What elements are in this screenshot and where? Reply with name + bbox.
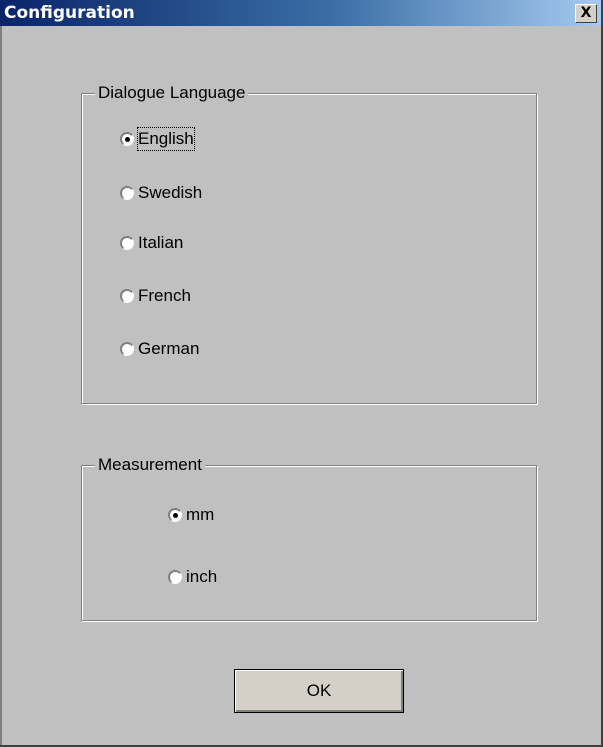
radio-button-english[interactable] bbox=[120, 132, 134, 146]
radio-label-italian[interactable]: Italian bbox=[138, 232, 183, 254]
window-title: Configuration bbox=[4, 3, 135, 23]
radio-mm[interactable]: mm bbox=[168, 503, 214, 527]
radio-button-french[interactable] bbox=[120, 289, 134, 303]
radio-label-english[interactable]: English bbox=[137, 127, 195, 151]
dialogue-language-legend: Dialogue Language bbox=[95, 82, 249, 104]
close-button[interactable]: X bbox=[575, 4, 597, 23]
radio-label-german[interactable]: German bbox=[138, 338, 199, 360]
radio-button-mm[interactable] bbox=[168, 508, 182, 522]
radio-french[interactable]: French bbox=[120, 284, 191, 308]
ok-button[interactable]: OK bbox=[234, 669, 404, 713]
radio-inch[interactable]: inch bbox=[168, 565, 217, 589]
measurement-group: Measurement bbox=[81, 454, 537, 621]
radio-button-swedish[interactable] bbox=[120, 186, 134, 200]
radio-italian[interactable]: Italian bbox=[120, 231, 183, 255]
radio-german[interactable]: German bbox=[120, 337, 199, 361]
close-icon: X bbox=[580, 5, 592, 21]
radio-english[interactable]: English bbox=[120, 127, 195, 151]
radio-label-french[interactable]: French bbox=[138, 285, 191, 307]
configuration-dialog: Configuration X Dialogue Language Englis… bbox=[0, 0, 603, 747]
radio-button-german[interactable] bbox=[120, 342, 134, 356]
measurement-legend: Measurement bbox=[95, 454, 205, 476]
radio-label-mm[interactable]: mm bbox=[186, 504, 214, 526]
radio-label-inch[interactable]: inch bbox=[186, 566, 217, 588]
radio-swedish[interactable]: Swedish bbox=[120, 181, 202, 205]
radio-label-swedish[interactable]: Swedish bbox=[138, 182, 202, 204]
window-left-border bbox=[0, 26, 2, 745]
radio-button-italian[interactable] bbox=[120, 236, 134, 250]
radio-button-inch[interactable] bbox=[168, 570, 182, 584]
title-bar[interactable]: Configuration X bbox=[0, 0, 601, 26]
